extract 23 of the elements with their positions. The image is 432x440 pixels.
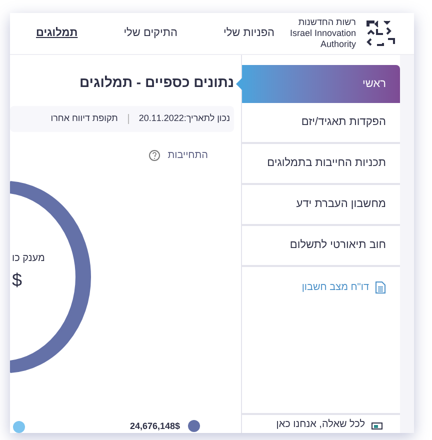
logo-icon [366,20,396,48]
document-icon [375,280,386,294]
date-text: נכון לתאריך:20.11.2022 [138,112,230,126]
donut-label: מענק כו [12,252,45,266]
sidebar-item[interactable]: חוב תיאורטי לתשלום [242,226,400,267]
sidebar-item[interactable]: מחשבון העברת ידע [242,185,400,226]
help-text: לכל שאלה, אנחנו כאן [276,418,365,432]
commitment-label: התחייבות [168,149,208,163]
logo-text: רשות החדשנות [297,17,356,28]
page-title: נתונים כספיים - תמלוגים [79,73,234,92]
nav-link[interactable]: התיקים שלי [124,25,178,42]
help-icon[interactable] [148,150,160,161]
sidebar-item[interactable]: הפקדות תאגיד/יזם [242,103,400,144]
donut-value: $ [12,269,22,292]
logo-text: Israel Innovation [290,28,356,39]
pointer-icon [236,78,242,90]
legend-value: 24,676,148$ [130,420,180,432]
nav-link[interactable]: הפניות שלי [223,25,275,42]
logo-text: Authority [319,39,356,50]
sidebar-item[interactable]: ראשי [242,65,400,103]
sidebar-item[interactable]: תכניות החייבות בתמלוגים [242,144,400,185]
period-text: תקופת דיווח אחרו [50,112,118,126]
nav-link[interactable]: תמלוגים [36,25,78,42]
